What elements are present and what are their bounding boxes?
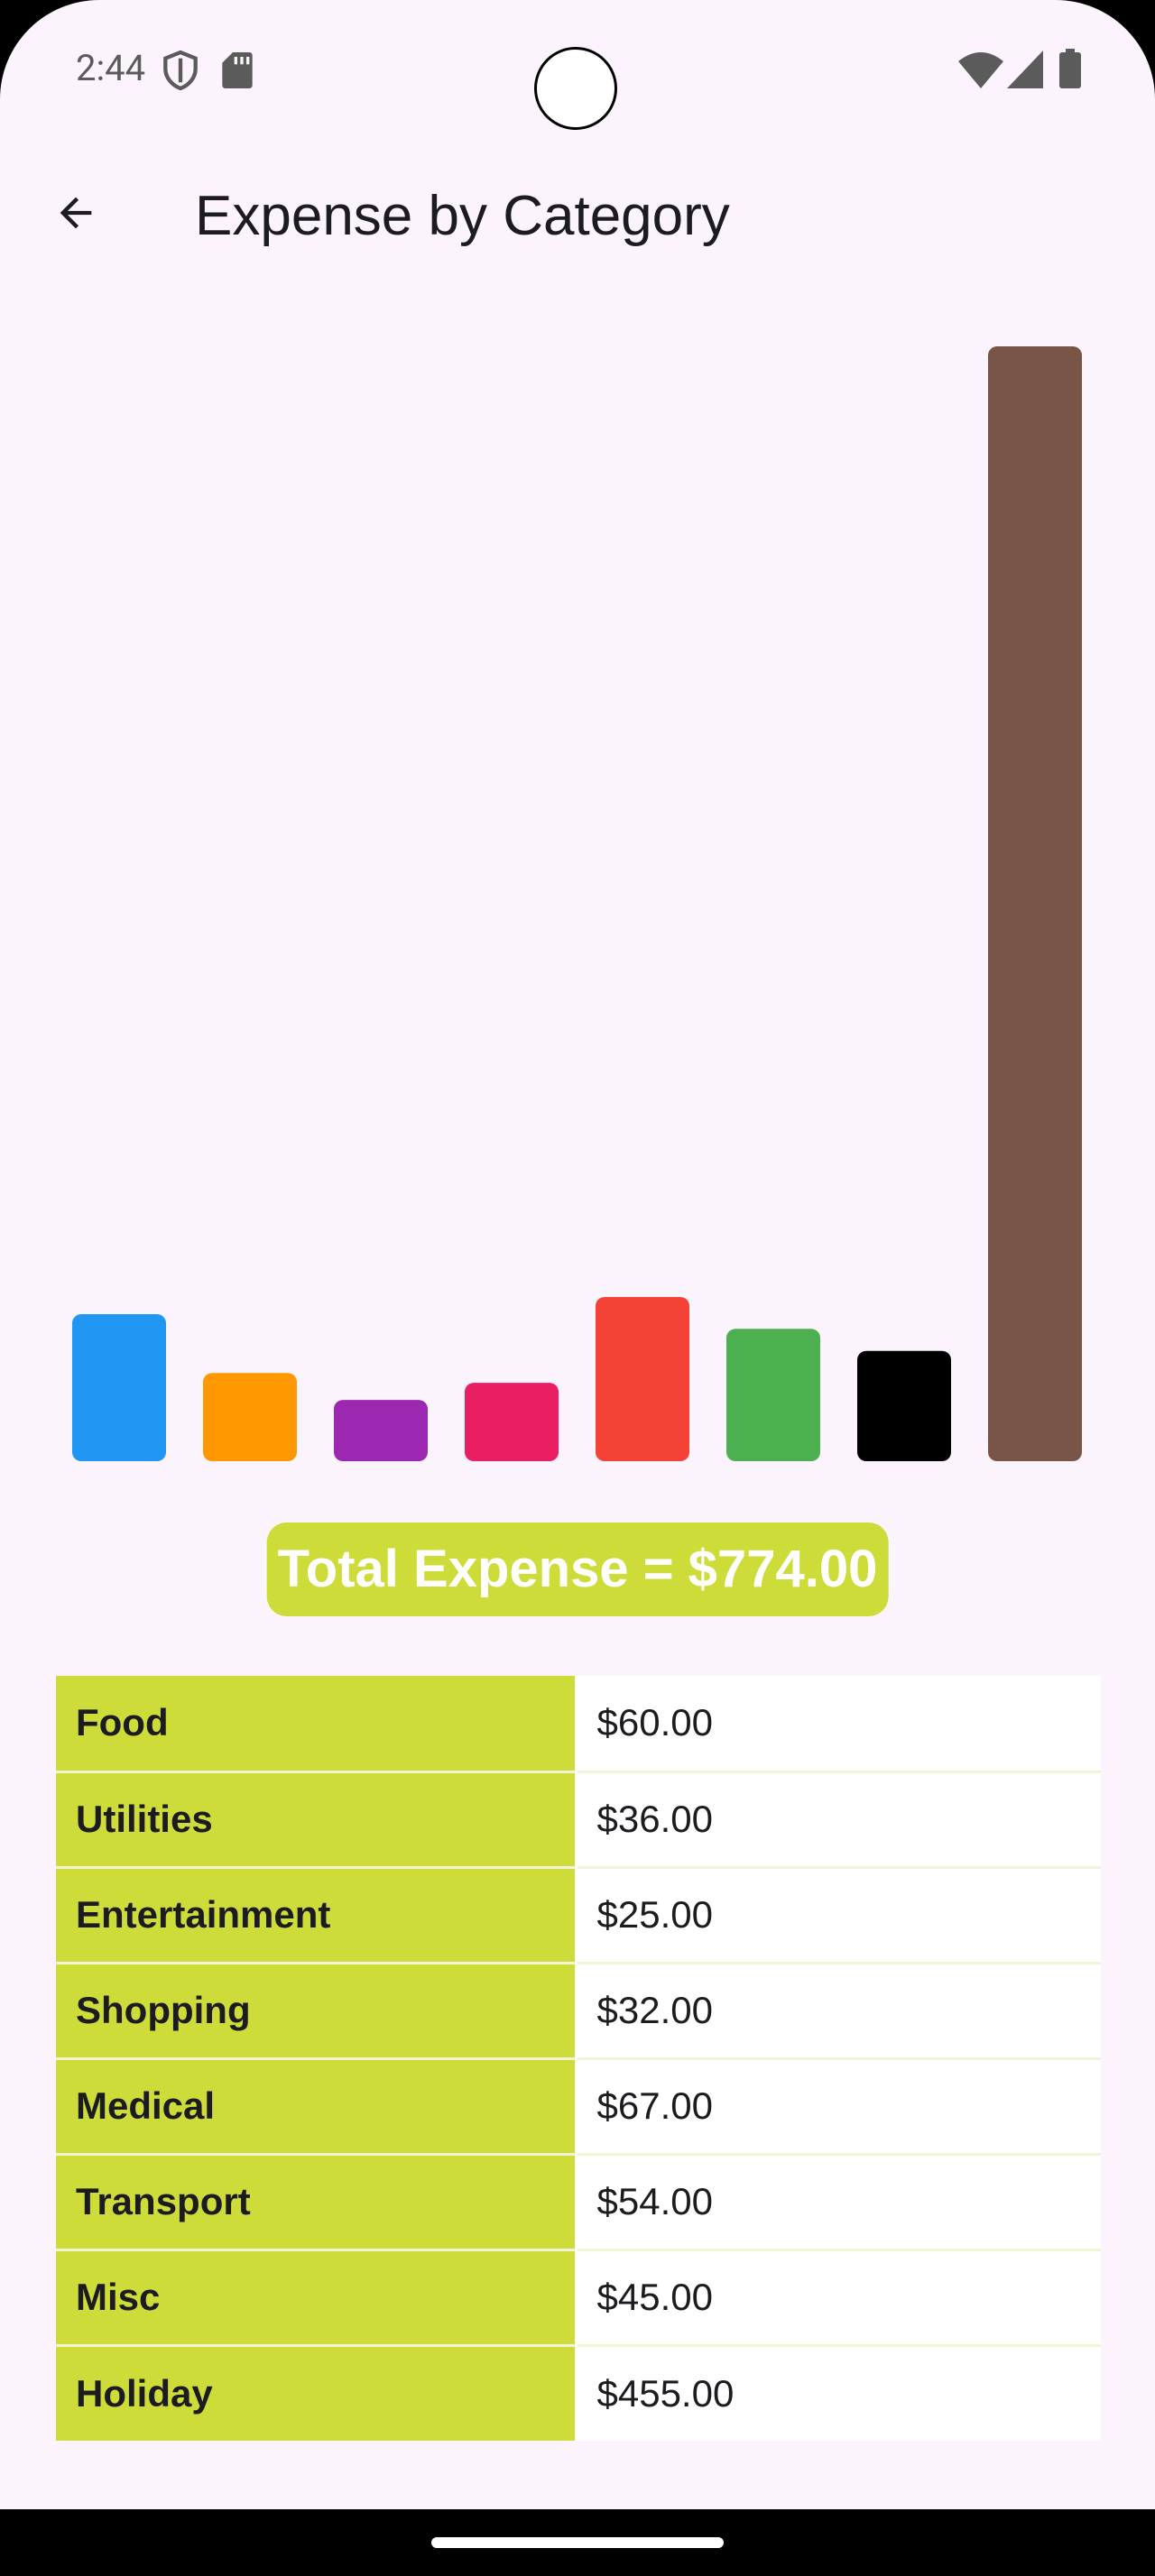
status-bar: 2:44 (0, 0, 1155, 135)
amount-cell: $54.00 (576, 2152, 1101, 2249)
wifi-icon (958, 52, 1003, 88)
shield-icon (163, 51, 198, 90)
table-row: Food $60.00 (56, 1676, 1101, 1771)
category-cell: Food (56, 1676, 578, 1771)
table-row: Medical $67.00 (56, 2056, 1101, 2154)
sd-card-icon (222, 52, 253, 88)
table-row: Transport $54.00 (56, 2152, 1101, 2249)
amount-cell: $455.00 (576, 2343, 1101, 2441)
bar-holiday (988, 346, 1082, 1461)
screen: 2:44 Expense by Category Total Expense =… (0, 0, 1155, 2576)
expense-bar-chart (0, 334, 1155, 1470)
amount-cell: $67.00 (576, 2056, 1101, 2154)
table-row: Misc $45.00 (56, 2248, 1101, 2345)
category-cell: Shopping (56, 1961, 578, 2058)
table-row: Shopping $32.00 (56, 1961, 1101, 2058)
bar-food (72, 1314, 166, 1461)
app-bar: Expense by Category (0, 153, 1155, 280)
bar-medical (596, 1296, 689, 1461)
bar-entertainment (334, 1400, 428, 1461)
table-row: Entertainment $25.00 (56, 1865, 1101, 1963)
category-cell: Utilities (56, 1770, 578, 1867)
amount-cell: $45.00 (576, 2248, 1101, 2345)
category-cell: Medical (56, 2056, 578, 2154)
amount-cell: $25.00 (576, 1865, 1101, 1963)
home-handle[interactable] (431, 2537, 724, 2548)
expense-table: Food $60.00 Utilities $36.00 Entertainment $2… (56, 1676, 1101, 2441)
amount-cell: $36.00 (576, 1770, 1101, 1867)
back-button[interactable] (43, 180, 108, 245)
table-row: Holiday $455.00 (56, 2343, 1101, 2441)
bar-utilities (203, 1373, 297, 1461)
total-expense-badge: Total Expense = $774.00 (266, 1523, 889, 1616)
bar-transport (726, 1329, 820, 1461)
camera-cutout (534, 47, 617, 130)
bar-shopping (465, 1383, 559, 1461)
amount-cell: $32.00 (576, 1961, 1101, 2058)
status-time: 2:44 (76, 47, 146, 89)
category-cell: Holiday (56, 2343, 578, 2441)
signal-icon (1007, 51, 1043, 88)
category-cell: Transport (56, 2152, 578, 2249)
bar-misc (857, 1350, 951, 1461)
table-row: Utilities $36.00 (56, 1770, 1101, 1867)
category-cell: Entertainment (56, 1865, 578, 1963)
page-title: Expense by Category (195, 185, 730, 247)
arrow-back-icon (60, 197, 92, 229)
chart-canvas (72, 346, 1082, 1461)
battery-icon (1059, 49, 1081, 88)
amount-cell: $60.00 (576, 1676, 1101, 1771)
category-cell: Misc (56, 2248, 578, 2345)
